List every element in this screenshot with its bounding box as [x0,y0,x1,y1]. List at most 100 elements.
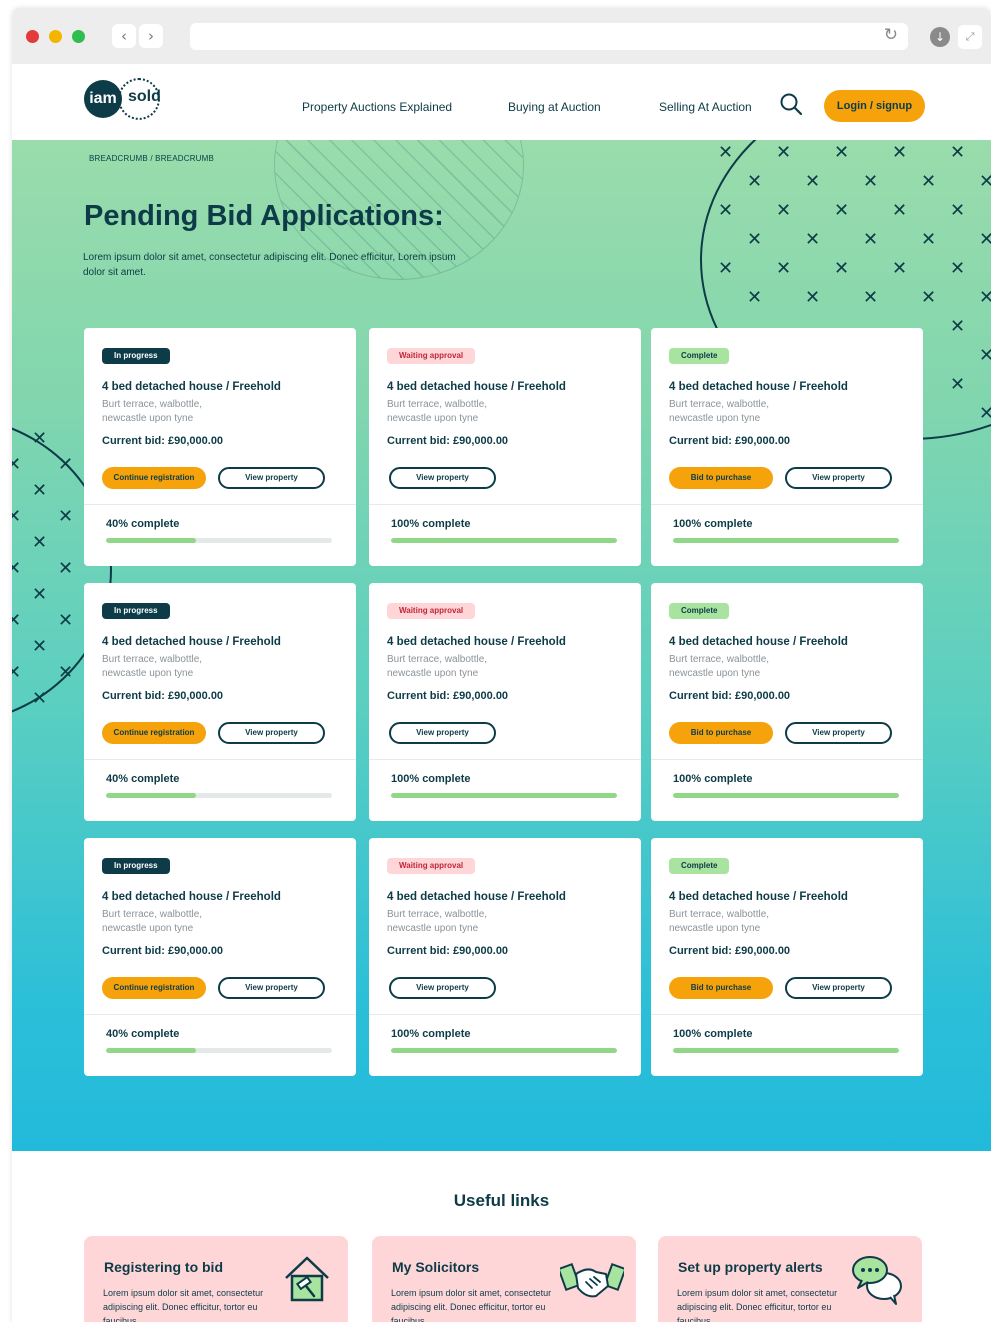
cross-mark: ✕ [950,200,966,221]
browser-window: ‹ › ↻ ↓ ⤢ iam sold Property Auctions Exp… [12,8,991,1322]
progress-label: 40% complete [106,518,180,530]
view-property-button[interactable]: View property [218,977,325,999]
cross-mark: ✕ [718,200,734,221]
card-divider [651,759,923,760]
back-button[interactable]: ‹ [112,24,136,48]
link-card-my-solicitors[interactable]: My Solicitors Lorem ipsum dolor sit amet… [372,1236,636,1322]
link-card-title: My Solicitors [392,1259,480,1275]
hero-section: ✕ ✕ ✕ ✕ ✕ ✕ ✕ ✕ ✕ ✕ ✕ ✕ ✕ ✕ ✕ ✕ ✕ ✕ ✕ ✕ ✕ ✕ ✕ ✕ ✕ ✕ ✕ ✕ ✕ ✕ ✕ ✕ ✕ ✕ ✕ ✕ ✕ ✕ ✕… [12,140,991,1151]
progress-bar [391,793,617,798]
breadcrumb[interactable]: BREADCRUMB / BREADCRUMB [89,154,214,163]
minimize-window-button[interactable] [49,30,62,43]
progress-label: 100% complete [673,1028,753,1040]
property-title: 4 bed detached house / Freehold [669,381,848,393]
property-address: Burt terrace, walbottle, newcastle upon … [387,654,488,679]
current-bid: Current bid: £90,000.00 [387,690,509,702]
property-address: Burt terrace, walbottle, newcastle upon … [669,399,770,424]
progress-label: 100% complete [391,1028,471,1040]
cross-mark: ✕ [32,480,48,501]
current-bid: Current bid: £90,000.00 [102,690,224,702]
status-badge: In progress [102,603,170,619]
cross-mark: ✕ [32,636,48,657]
bid-application-card: In progress 4 bed detached house / Freeho… [84,583,356,821]
cross-mark: ✕ [747,171,763,192]
progress-label: 100% complete [673,773,753,785]
page-intro: Lorem ipsum dolor sit amet, consectetur … [83,252,456,278]
progress-bar-fill [391,793,617,798]
nav-buying-at-auction[interactable]: Buying at Auction [508,100,601,114]
login-signup-button[interactable]: Login / signup [824,90,925,122]
current-bid: Current bid: £90,000.00 [102,945,224,957]
view-property-button[interactable]: View property [218,722,325,744]
bid-to-purchase-button[interactable]: Bid to purchase [669,467,773,489]
view-property-button[interactable]: View property [785,722,892,744]
status-badge: Complete [669,858,730,874]
cross-mark: ✕ [863,229,879,250]
cross-mark: ✕ [12,506,22,527]
cross-mark: ✕ [58,454,74,475]
view-property-button[interactable]: View property [389,722,496,744]
progress-bar-fill [106,1048,197,1053]
nav-selling-at-auction[interactable]: Selling At Auction [659,100,752,114]
chat-bubbles-icon [852,1256,902,1305]
property-title: 4 bed detached house / Freehold [387,636,566,648]
current-bid: Current bid: £90,000.00 [387,945,509,957]
house-gavel-icon [285,1256,329,1302]
cross-mark: ✕ [12,610,22,631]
view-property-button[interactable]: View property [218,467,325,489]
bid-application-card: Complete 4 bed detached house / Freehold B… [651,838,923,1076]
progress-bar [391,538,617,543]
card-divider [651,1014,923,1015]
link-card-registering-to-bid[interactable]: Registering to bid Lorem ipsum dolor sit… [84,1236,348,1322]
useful-links-title: Useful links [453,1191,550,1210]
link-card-text: Lorem ipsum dolor sit amet, consectetur … [677,1288,838,1322]
continue-registration-button[interactable]: Continue registration [102,977,206,999]
property-address: Burt terrace, walbottle, newcastle upon … [669,654,770,679]
address-bar[interactable]: ↻ [190,23,908,50]
status-badge: Waiting approval [387,603,476,619]
cross-mark: ✕ [58,506,74,527]
link-card-property-alerts[interactable]: Set up property alerts Lorem ipsum dolor… [658,1236,922,1322]
view-property-button[interactable]: View property [785,977,892,999]
expand-icon[interactable]: ⤢ [958,25,982,49]
property-address: Burt terrace, walbottle, newcastle upon … [387,909,488,934]
iamsold-logo[interactable]: iam sold [84,78,164,122]
property-title: 4 bed detached house / Freehold [387,381,566,393]
progress-bar [106,1048,332,1053]
card-divider [84,759,356,760]
continue-registration-button[interactable]: Continue registration [102,722,206,744]
nav-property-auctions-explained[interactable]: Property Auctions Explained [302,100,452,114]
continue-registration-button[interactable]: Continue registration [102,467,206,489]
progress-bar-fill [673,538,899,543]
property-title: 4 bed detached house / Freehold [102,891,281,903]
maximize-window-button[interactable] [72,30,85,43]
progress-bar-fill [673,793,899,798]
link-card-text: Lorem ipsum dolor sit amet, consectetur … [103,1288,264,1322]
cross-mark: ✕ [921,229,937,250]
view-property-button[interactable]: View property [389,467,496,489]
property-title: 4 bed detached house / Freehold [669,891,848,903]
cross-mark: ✕ [863,171,879,192]
property-address: Burt terrace, walbottle, newcastle upon … [102,654,203,679]
bid-to-purchase-button[interactable]: Bid to purchase [669,977,773,999]
reload-icon[interactable]: ↻ [884,25,898,45]
progress-label: 100% complete [391,773,471,785]
cross-mark: ✕ [950,142,966,163]
cross-mark: ✕ [979,171,991,192]
search-icon[interactable] [779,92,803,116]
forward-button[interactable]: › [139,24,163,48]
cross-mark: ✕ [921,171,937,192]
card-divider [369,1014,641,1015]
progress-bar-fill [391,538,617,543]
bid-application-card: In progress 4 bed detached house / Freeho… [84,328,356,566]
close-window-button[interactable] [26,30,39,43]
progress-bar-fill [673,1048,899,1053]
view-property-button[interactable]: View property [785,467,892,489]
download-icon[interactable]: ↓ [930,27,950,47]
cross-mark: ✕ [979,229,991,250]
cross-mark: ✕ [32,428,48,449]
status-badge: In progress [102,858,170,874]
property-address: Burt terrace, walbottle, newcastle upon … [669,909,770,934]
bid-to-purchase-button[interactable]: Bid to purchase [669,722,773,744]
view-property-button[interactable]: View property [389,977,496,999]
